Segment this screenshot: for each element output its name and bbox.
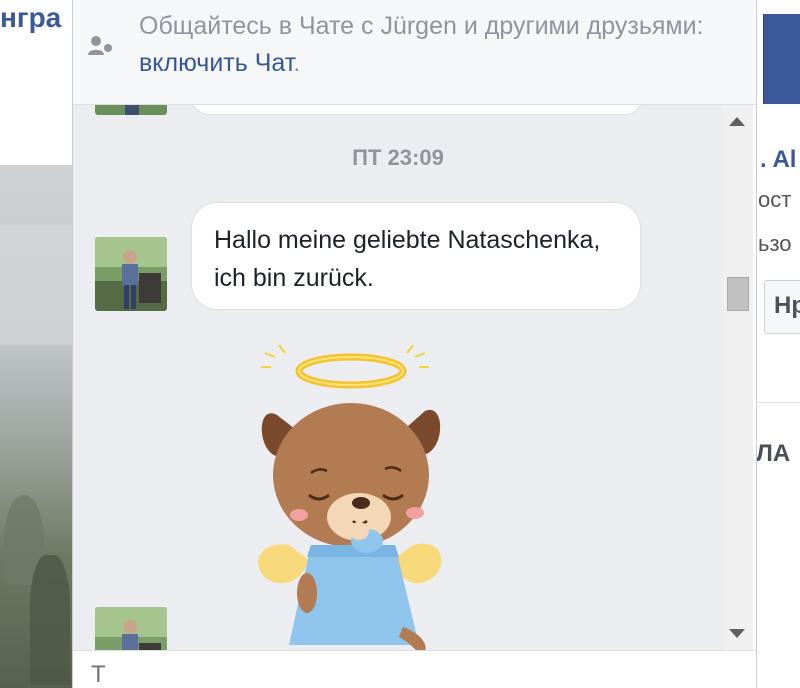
scroll-up-arrow-icon[interactable] — [729, 117, 745, 126]
background-top-bar — [763, 14, 800, 104]
avatar[interactable] — [95, 607, 167, 650]
background-text-line: ьзо — [758, 231, 792, 256]
background-left-header: нгра — [0, 0, 72, 165]
angel-puppy-sticker[interactable] — [249, 344, 449, 650]
message-input[interactable] — [91, 661, 691, 688]
scroll-down-arrow-icon[interactable] — [729, 629, 745, 638]
enable-chat-link[interactable]: включить Чат — [139, 49, 293, 77]
background-section-label: ЛА — [756, 440, 791, 467]
previous-message-bubble — [191, 105, 643, 115]
message-thread[interactable]: ПТ 23:09 Hallo meine geliebte Nataschenk… — [73, 105, 723, 650]
background-left-title: нгра — [0, 2, 62, 33]
avatar[interactable] — [95, 237, 167, 311]
background-text-line: ост — [758, 187, 792, 212]
background-cover-photo — [0, 165, 72, 688]
message-bubble[interactable]: Hallo meine geliebte Nataschenka, ich bi… — [191, 202, 641, 310]
notice-suffix: . — [293, 49, 301, 77]
chat-window: Общайтесь в Чате с Jürgen и другими друз… — [72, 0, 757, 688]
background-button[interactable]: Hp — [764, 280, 800, 334]
message-scrollbar[interactable] — [723, 105, 753, 650]
divider — [756, 402, 800, 403]
avatar[interactable] — [95, 105, 167, 115]
scrollbar-thumb[interactable] — [727, 277, 749, 311]
message-timestamp: ПТ 23:09 — [352, 145, 444, 170]
notice-text: Общайтесь в Чате с Jürgen и другими друз… — [139, 12, 704, 40]
background-right-panel: . Al ост ьзо Hp ЛА — [755, 0, 800, 688]
message-composer — [73, 650, 756, 688]
person-offline-icon — [87, 33, 113, 59]
chat-offline-notice: Общайтесь в Чате с Jürgen и другими друз… — [73, 0, 756, 105]
background-profile-name[interactable]: . Al — [760, 146, 796, 174]
